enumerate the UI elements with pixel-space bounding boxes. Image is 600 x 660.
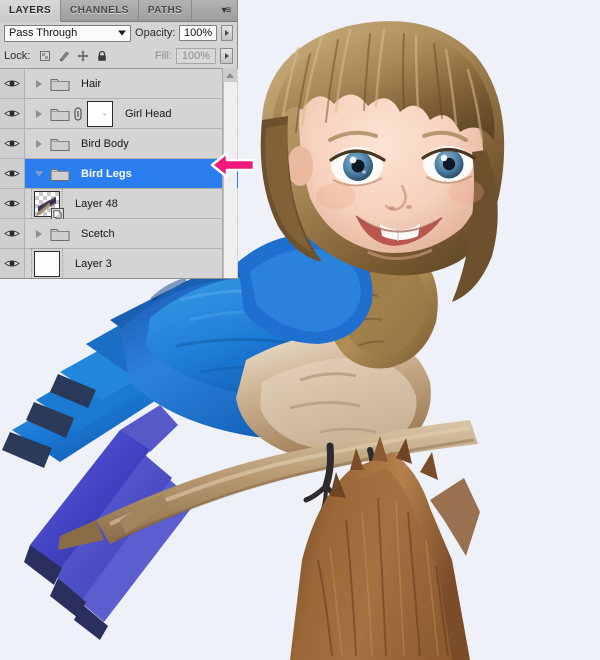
opacity-label: Opacity: xyxy=(135,27,176,39)
layer-mask-thumbnail[interactable] xyxy=(87,100,113,127)
lock-image-pixels-icon[interactable] xyxy=(58,50,70,62)
folder-icon xyxy=(49,166,71,182)
layer-thumbnail[interactable] xyxy=(34,250,60,277)
layer-row-bird-body[interactable]: Bird Body xyxy=(0,129,238,159)
layers-panel: LAYERS CHANNELS PATHS ▾≡ Pass Through Op… xyxy=(0,0,238,279)
eye-icon xyxy=(4,140,20,147)
layer-name: Scetch xyxy=(81,227,115,240)
triangle-right-icon xyxy=(36,139,42,148)
layer-name: Girl Head xyxy=(125,107,172,120)
link-mask-icon[interactable] xyxy=(72,106,84,121)
fill-input[interactable]: 100% xyxy=(176,48,216,64)
layer-thumbnail[interactable] xyxy=(34,190,64,221)
visibility-toggle[interactable] xyxy=(0,129,25,158)
lock-label: Lock: xyxy=(4,50,31,62)
folder-icon xyxy=(49,76,71,92)
group-disclosure-triangle[interactable] xyxy=(31,229,47,238)
triangle-right-icon xyxy=(224,53,229,59)
opacity-input[interactable]: 100% xyxy=(179,25,217,41)
visibility-toggle[interactable] xyxy=(0,249,25,278)
group-disclosure-triangle[interactable] xyxy=(31,109,47,118)
opacity-slider-button[interactable] xyxy=(220,25,233,41)
layer-row-layer-48[interactable]: Layer 48 xyxy=(0,187,238,221)
layer-row-bird-legs[interactable]: Bird Legs xyxy=(0,159,238,189)
layer-row-girl-head[interactable]: Girl Head xyxy=(0,99,238,129)
triangle-right-icon xyxy=(36,229,42,238)
layer-name: Bird Legs xyxy=(81,167,132,180)
eye-icon xyxy=(4,260,20,267)
eye-icon xyxy=(4,200,20,207)
layer-thumbnail-wrapper xyxy=(31,187,64,221)
layer-row-scetch[interactable]: Scetch xyxy=(0,219,238,249)
lock-position-icon[interactable] xyxy=(77,50,89,62)
eye-icon xyxy=(4,170,20,177)
panel-menu-glyph: ▾≡ xyxy=(221,4,232,16)
visibility-toggle[interactable] xyxy=(0,219,25,248)
eye-icon xyxy=(4,110,20,117)
layer-name: Layer 48 xyxy=(75,197,118,210)
chevron-down-icon xyxy=(118,30,127,36)
eye-icon xyxy=(4,80,20,87)
triangle-right-icon xyxy=(224,30,229,36)
group-disclosure-triangle[interactable] xyxy=(31,79,47,88)
blend-mode-value: Pass Through xyxy=(9,27,78,39)
eye-icon xyxy=(4,230,20,237)
triangle-up-icon xyxy=(226,72,234,78)
panel-menu-icon[interactable]: ▾≡ xyxy=(215,0,237,21)
panel-tab-strip: LAYERS CHANNELS PATHS ▾≡ xyxy=(0,0,237,22)
tab-layers[interactable]: LAYERS xyxy=(0,0,62,22)
layer-row-hair[interactable]: Hair xyxy=(0,69,238,99)
visibility-toggle[interactable] xyxy=(0,159,25,188)
visibility-toggle[interactable] xyxy=(0,69,25,98)
fill-slider-button[interactable] xyxy=(220,48,233,64)
fill-label: Fill: xyxy=(154,50,172,62)
layer-thumbnail-wrapper xyxy=(31,247,63,278)
tab-strip-filler xyxy=(192,0,215,21)
group-disclosure-triangle[interactable] xyxy=(31,170,47,177)
tab-channels[interactable]: CHANNELS xyxy=(61,0,139,21)
layer-name: Hair xyxy=(81,77,102,90)
blend-mode-select[interactable]: Pass Through xyxy=(4,24,132,42)
folder-icon xyxy=(49,106,71,122)
scrollbar-track[interactable] xyxy=(223,82,237,278)
triangle-right-icon xyxy=(36,109,42,118)
layers-vertical-scrollbar[interactable] xyxy=(222,68,237,278)
group-disclosure-triangle[interactable] xyxy=(31,139,47,148)
visibility-toggle[interactable] xyxy=(0,99,25,128)
lock-icon-group xyxy=(39,50,108,62)
folder-icon xyxy=(49,226,71,242)
triangle-down-icon xyxy=(35,170,43,177)
thumbnail-content-secondary xyxy=(37,202,50,215)
layer-name: Bird Body xyxy=(81,137,129,150)
tab-paths[interactable]: PATHS xyxy=(138,0,193,21)
layer-name: Layer 3 xyxy=(75,257,112,270)
layer-list: Hair Girl Head Bird Body Bird Legs Layer… xyxy=(0,68,238,278)
lock-all-icon[interactable] xyxy=(96,50,108,62)
lock-fill-row: Lock: Fill: 100% xyxy=(0,44,237,68)
blend-opacity-row: Pass Through Opacity: 100% xyxy=(0,22,237,44)
layer-row-layer-3[interactable]: Layer 3 xyxy=(0,247,238,278)
lock-transparent-pixels-icon[interactable] xyxy=(39,50,51,62)
folder-icon xyxy=(49,136,71,152)
triangle-right-icon xyxy=(36,79,42,88)
visibility-toggle[interactable] xyxy=(0,189,25,218)
scroll-up-arrow[interactable] xyxy=(223,68,237,82)
